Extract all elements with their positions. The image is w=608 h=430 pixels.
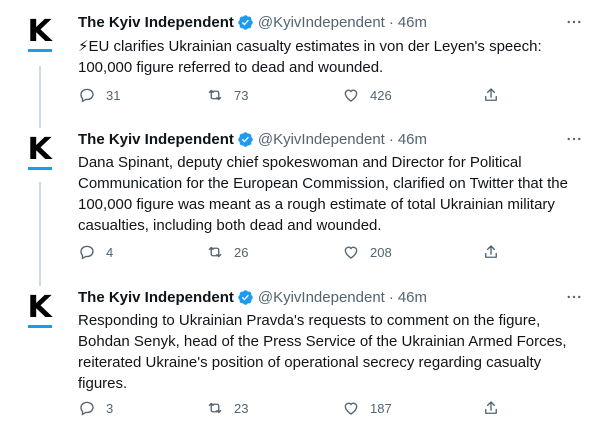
display-name[interactable]: The Kyiv Independent	[78, 131, 234, 148]
timestamp[interactable]: 46m	[398, 131, 427, 148]
more-icon[interactable]	[564, 12, 584, 32]
avatar[interactable]: K	[18, 288, 62, 332]
separator: ·	[388, 288, 394, 306]
like-count: 426	[370, 87, 392, 103]
avatar[interactable]: K	[18, 12, 62, 56]
retweet-button[interactable]: 73	[206, 86, 248, 104]
share-button[interactable]	[482, 399, 500, 417]
avatar-logo-underline	[28, 49, 52, 52]
tweet-header: The Kyiv Independent @KyivIndependent · …	[78, 12, 427, 32]
timestamp[interactable]: 46m	[398, 14, 427, 31]
tweet-header: The Kyiv Independent @KyivIndependent · …	[78, 287, 427, 307]
like-icon	[344, 89, 358, 102]
reply-icon	[80, 245, 94, 260]
retweet-button[interactable]: 23	[206, 399, 248, 417]
retweet-icon	[208, 402, 222, 414]
reply-count: 3	[106, 400, 114, 416]
like-count: 187	[370, 400, 392, 416]
retweet-count: 73	[234, 87, 249, 103]
reply-button[interactable]: 31	[78, 86, 120, 104]
verified-badge-icon	[237, 289, 254, 306]
like-button[interactable]: 426	[342, 86, 392, 104]
like-icon	[344, 402, 358, 415]
share-icon	[485, 401, 497, 414]
retweet-count: 23	[234, 400, 249, 416]
retweet-count: 26	[234, 244, 249, 260]
retweet-icon	[208, 246, 222, 258]
reply-button[interactable]: 4	[78, 243, 113, 261]
retweet-button[interactable]: 26	[206, 243, 248, 261]
display-name[interactable]: The Kyiv Independent	[78, 14, 234, 31]
like-count: 208	[370, 244, 392, 260]
separator: ·	[388, 130, 394, 148]
more-icon[interactable]	[564, 287, 584, 307]
tweet-header: The Kyiv Independent @KyivIndependent · …	[78, 129, 427, 149]
tweet-actions: 3 23 187	[72, 399, 512, 421]
tweet-text: Responding to Ukrainian Pravda's request…	[78, 312, 567, 392]
timestamp[interactable]: 46m	[398, 289, 427, 306]
share-icon	[485, 88, 497, 101]
share-button[interactable]	[482, 86, 500, 104]
avatar-logo-letter: K	[27, 290, 53, 325]
separator: ·	[388, 13, 394, 31]
reply-button[interactable]: 3	[78, 399, 113, 417]
handle[interactable]: @KyivIndependent	[258, 131, 385, 148]
verified-badge-icon	[237, 131, 254, 148]
avatar-logo-letter: K	[27, 132, 53, 167]
share-button[interactable]	[482, 243, 500, 261]
thread-line	[39, 66, 41, 128]
reply-count: 31	[106, 87, 121, 103]
tweet-actions: 4 26 208	[72, 243, 512, 265]
reply-count: 4	[106, 244, 114, 260]
tweet-text: Dana Spinant, deputy chief spokeswoman a…	[78, 154, 568, 234]
avatar-logo-underline	[28, 325, 52, 328]
reply-icon	[80, 401, 94, 416]
avatar[interactable]: K	[18, 130, 62, 174]
handle[interactable]: @KyivIndependent	[258, 14, 385, 31]
like-icon	[344, 246, 358, 259]
tweet-actions: 31 73 426	[72, 86, 512, 108]
avatar-logo-underline	[28, 167, 52, 170]
avatar-logo-letter: K	[27, 14, 53, 49]
verified-badge-icon	[237, 14, 254, 31]
more-icon[interactable]	[564, 129, 584, 149]
retweet-icon	[208, 89, 222, 101]
like-button[interactable]: 187	[342, 399, 392, 417]
thread-line	[39, 182, 41, 286]
handle[interactable]: @KyivIndependent	[258, 289, 385, 306]
tweet-text: ⚡EU clarifies Ukrainian casualty estimat…	[78, 38, 542, 76]
display-name[interactable]: The Kyiv Independent	[78, 289, 234, 306]
reply-icon	[80, 88, 94, 103]
share-icon	[485, 245, 497, 258]
like-button[interactable]: 208	[342, 243, 392, 261]
